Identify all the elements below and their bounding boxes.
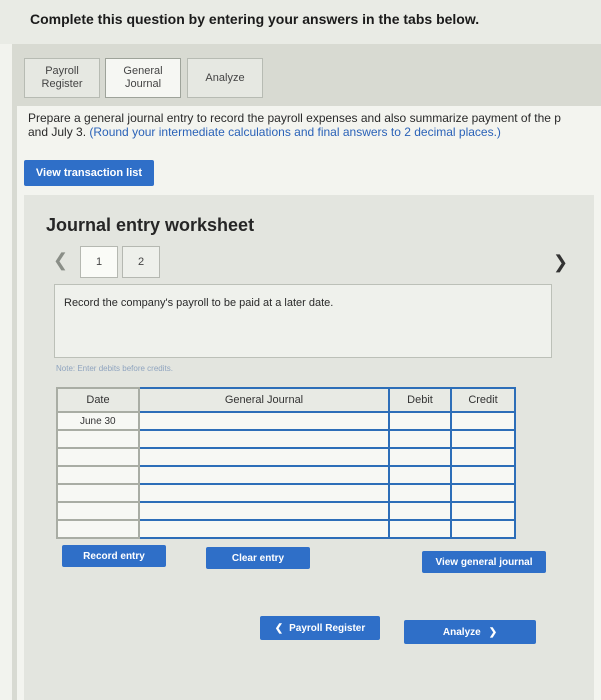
debit-input[interactable]: [388, 519, 452, 539]
chevron-right-icon: ❯: [488, 626, 498, 638]
account-input[interactable]: [138, 501, 390, 521]
account-input[interactable]: [138, 447, 390, 467]
date-cell: [56, 501, 140, 521]
prev-tab-label: Payroll Register: [289, 622, 366, 634]
account-input[interactable]: [138, 519, 390, 539]
debit-input[interactable]: [388, 447, 452, 467]
chevron-right-icon[interactable]: ❯: [553, 252, 568, 273]
tab-analyze-label: Analyze: [205, 71, 245, 84]
debit-input[interactable]: [388, 465, 452, 485]
worksheet-page-2[interactable]: 2: [122, 246, 160, 278]
debit-header: Debit: [388, 387, 452, 413]
debit-input[interactable]: [388, 429, 452, 449]
tab-general-journal[interactable]: General Journal: [105, 58, 181, 98]
worksheet-title: Journal entry worksheet: [46, 215, 255, 235]
transaction-description: Record the company's payroll to be paid …: [64, 297, 334, 309]
tab-general-journal-line2: Journal: [124, 78, 162, 90]
tab-payroll-register-line2: Register: [41, 78, 83, 90]
next-tab-label: Analyze: [442, 626, 481, 638]
instruction-text: Complete this question by entering your …: [30, 11, 480, 27]
table-row: [56, 519, 516, 539]
table-row: [56, 483, 516, 503]
date-cell: June 30: [56, 411, 140, 431]
account-input[interactable]: [138, 483, 390, 503]
next-tab-button[interactable]: Analyze ❯: [404, 620, 536, 644]
table-row: June 30: [56, 411, 516, 431]
chevron-left-icon: ❮: [274, 622, 284, 634]
credit-input[interactable]: [450, 501, 516, 521]
credit-input[interactable]: [450, 483, 516, 503]
table-row: [56, 429, 516, 449]
credit-input[interactable]: [450, 429, 516, 449]
worksheet-page-1[interactable]: 1: [80, 246, 118, 278]
date-cell: [56, 519, 140, 539]
table-row: [56, 447, 516, 467]
tab-general-journal-line1: General: [123, 65, 163, 77]
debit-input[interactable]: [388, 411, 452, 431]
table-row: [56, 465, 516, 485]
tab-payroll-register[interactable]: Payroll Register: [24, 58, 100, 98]
prev-tab-button[interactable]: ❮ Payroll Register: [260, 616, 380, 640]
date-cell: [56, 429, 140, 449]
date-cell: [56, 483, 140, 503]
debits-note: Note: Enter debits before credits.: [56, 364, 173, 373]
journal-table: Date General Journal Debit Credit June 3…: [56, 387, 516, 539]
prompt-text: Prepare a general journal entry to recor…: [28, 111, 598, 139]
account-input[interactable]: [138, 411, 390, 431]
account-input[interactable]: [138, 465, 390, 485]
credit-header: Credit: [450, 387, 516, 413]
account-header: General Journal: [138, 387, 390, 413]
credit-input[interactable]: [450, 411, 516, 431]
clear-entry-button[interactable]: Clear entry: [206, 547, 310, 569]
prompt-line1: Prepare a general journal entry to recor…: [28, 111, 561, 125]
credit-input[interactable]: [450, 465, 516, 485]
table-row: [56, 501, 516, 521]
date-header: Date: [56, 387, 140, 413]
credit-input[interactable]: [450, 519, 516, 539]
debit-input[interactable]: [388, 483, 452, 503]
prompt-rounding-note: (Round your intermediate calculations an…: [89, 125, 501, 139]
debit-input[interactable]: [388, 501, 452, 521]
account-input[interactable]: [138, 429, 390, 449]
transaction-description-box: [54, 284, 552, 358]
instruction-bar: Complete this question by entering your …: [0, 0, 601, 44]
date-cell: [56, 447, 140, 467]
view-transaction-list-button[interactable]: View transaction list: [24, 160, 154, 186]
view-general-journal-button[interactable]: View general journal: [422, 551, 546, 573]
tab-payroll-register-line1: Payroll: [45, 65, 79, 77]
tab-analyze[interactable]: Analyze: [187, 58, 263, 98]
date-cell: [56, 465, 140, 485]
chevron-left-icon[interactable]: ❮: [53, 250, 68, 271]
credit-input[interactable]: [450, 447, 516, 467]
record-entry-button[interactable]: Record entry: [62, 545, 166, 567]
prompt-line2: and July 3.: [28, 125, 90, 139]
